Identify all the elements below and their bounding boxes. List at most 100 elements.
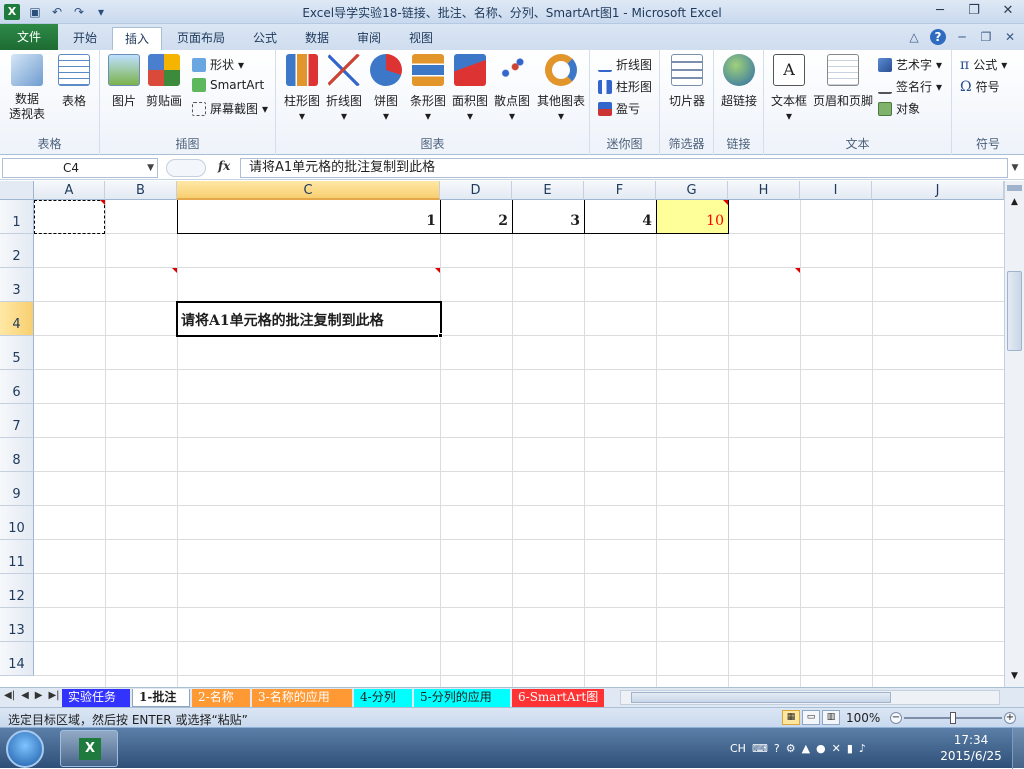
tab-data[interactable]: 数据 bbox=[294, 27, 340, 50]
sheet-tab-smartart[interactable]: 6-SmartArt图 bbox=[512, 689, 604, 707]
page-break-view-icon[interactable]: ▥ bbox=[822, 710, 840, 725]
cell-d1[interactable]: 2 bbox=[440, 213, 512, 233]
signature-line-button[interactable]: 签名行 ▾ bbox=[878, 78, 942, 95]
row-header-13[interactable]: 13 bbox=[0, 608, 34, 642]
comment-indicator-a1[interactable] bbox=[100, 200, 105, 205]
sparkline-winloss-button[interactable]: 盈亏 bbox=[598, 100, 640, 117]
table-button[interactable]: 表格 bbox=[52, 54, 96, 109]
screenshot-button[interactable]: 屏幕截图 ▾ bbox=[192, 100, 268, 117]
normal-view-icon[interactable]: ▦ bbox=[782, 710, 800, 725]
scatter-chart-button[interactable]: 散点图 ▾ bbox=[492, 54, 532, 123]
row-header-6[interactable]: 6 bbox=[0, 370, 34, 404]
column-header-i[interactable]: I bbox=[800, 181, 872, 200]
column-header-c[interactable]: C bbox=[177, 181, 440, 200]
help-tray-icon[interactable]: ? bbox=[774, 742, 780, 755]
select-all-corner[interactable] bbox=[0, 181, 34, 200]
area-chart-button[interactable]: 面积图 ▾ bbox=[450, 54, 490, 123]
row-header-14[interactable]: 14 bbox=[0, 642, 34, 676]
bar-chart-button[interactable]: 条形图 ▾ bbox=[408, 54, 448, 123]
cell-f1[interactable]: 4 bbox=[584, 213, 656, 233]
sheet-tab-task[interactable]: 实验任务 bbox=[62, 689, 130, 707]
row-header-11[interactable]: 11 bbox=[0, 540, 34, 574]
settings-tray-icon[interactable]: ⚙ bbox=[786, 742, 796, 755]
pie-chart-button[interactable]: 饼图 ▾ bbox=[366, 54, 406, 123]
line-chart-button[interactable]: 折线图 ▾ bbox=[324, 54, 364, 123]
collapse-ribbon-icon[interactable]: △ bbox=[906, 29, 922, 45]
minimize-button[interactable]: ─ bbox=[930, 2, 950, 20]
row-header-5[interactable]: 5 bbox=[0, 336, 34, 370]
sheet-tab-split[interactable]: 4-分列 bbox=[354, 689, 412, 707]
formula-bar-expander[interactable] bbox=[166, 159, 206, 177]
row-header-8[interactable]: 8 bbox=[0, 438, 34, 472]
row-header-3[interactable]: 3 bbox=[0, 268, 34, 302]
pivot-table-button[interactable]: 数据 透视表 bbox=[4, 54, 50, 122]
shapes-button[interactable]: 形状 ▾ bbox=[192, 56, 244, 73]
expand-formula-icon[interactable]: ▼ bbox=[1008, 159, 1022, 177]
row-header-7[interactable]: 7 bbox=[0, 404, 34, 438]
column-header-j[interactable]: J bbox=[872, 181, 1004, 200]
name-box[interactable]: C4 ▼ bbox=[2, 158, 158, 178]
horizontal-scrollbar[interactable] bbox=[620, 690, 1000, 705]
vertical-scrollbar[interactable]: ▲ ▼ bbox=[1004, 181, 1024, 687]
show-desktop-button[interactable] bbox=[1012, 728, 1024, 769]
keyboard-icon[interactable]: ⌨ bbox=[752, 742, 768, 755]
column-header-e[interactable]: E bbox=[512, 181, 584, 200]
symbol-button[interactable]: Ω 符号 bbox=[960, 78, 1000, 95]
tab-review[interactable]: 审阅 bbox=[346, 27, 392, 50]
row-header-12[interactable]: 12 bbox=[0, 574, 34, 608]
zoom-slider[interactable]: − + bbox=[890, 712, 1016, 724]
tab-home[interactable]: 开始 bbox=[62, 27, 108, 50]
first-sheet-icon[interactable]: ◀| bbox=[4, 690, 15, 701]
split-handle[interactable] bbox=[1007, 185, 1022, 191]
signal-icon[interactable]: ▮ bbox=[847, 742, 853, 755]
page-layout-view-icon[interactable]: ▭ bbox=[802, 710, 820, 725]
smartart-button[interactable]: SmartArt bbox=[192, 78, 264, 92]
column-header-d[interactable]: D bbox=[440, 181, 512, 200]
zoom-level[interactable]: 100% bbox=[846, 711, 880, 725]
scroll-up-icon[interactable]: ▲ bbox=[1007, 195, 1022, 209]
wordart-button[interactable]: 艺术字 ▾ bbox=[878, 56, 942, 73]
sheet-tab-comment[interactable]: 1-批注 bbox=[132, 689, 190, 707]
close-workbook-icon[interactable]: ✕ bbox=[1002, 29, 1018, 45]
taskbar-excel[interactable]: X bbox=[60, 730, 118, 767]
object-button[interactable]: 对象 bbox=[878, 100, 920, 117]
last-sheet-icon[interactable]: ▶| bbox=[48, 690, 59, 701]
zoom-in-icon[interactable]: + bbox=[1004, 712, 1016, 724]
next-sheet-icon[interactable]: ▶ bbox=[35, 690, 43, 701]
cell-c1[interactable]: 1 bbox=[177, 213, 440, 233]
picture-button[interactable]: 图片 bbox=[106, 54, 142, 109]
chevron-down-icon[interactable]: ▼ bbox=[147, 159, 154, 177]
horizontal-scroll-thumb[interactable] bbox=[631, 692, 891, 703]
column-header-f[interactable]: F bbox=[584, 181, 656, 200]
language-indicator[interactable]: CH bbox=[730, 742, 746, 755]
comment-indicator-c3[interactable] bbox=[435, 268, 440, 273]
comment-indicator-b3[interactable] bbox=[172, 268, 177, 273]
tab-insert[interactable]: 插入 bbox=[112, 27, 162, 51]
sheet-tab-split-apply[interactable]: 5-分列的应用 bbox=[414, 689, 510, 707]
cell-g1[interactable]: 10 bbox=[656, 213, 728, 233]
other-charts-button[interactable]: 其他图表 ▾ bbox=[534, 54, 588, 123]
row-header-2[interactable]: 2 bbox=[0, 234, 34, 268]
worksheet-grid[interactable]: A B C D E F G H I J 1 2 3 4 5 6 7 8 9 10… bbox=[0, 181, 1004, 687]
network-warning-icon[interactable]: ✕ bbox=[832, 742, 841, 755]
formula-input[interactable]: 请将A1单元格的批注复制到此格 bbox=[240, 158, 1008, 178]
column-header-a[interactable]: A bbox=[34, 181, 105, 200]
security-icon[interactable]: ● bbox=[816, 742, 826, 755]
column-chart-button[interactable]: 柱形图 ▾ bbox=[282, 54, 322, 123]
column-header-h[interactable]: H bbox=[728, 181, 800, 200]
row-header-10[interactable]: 10 bbox=[0, 506, 34, 540]
sparkline-line-button[interactable]: 折线图 bbox=[598, 56, 652, 73]
zoom-slider-knob[interactable] bbox=[950, 712, 956, 724]
show-hidden-icon[interactable]: ▲ bbox=[802, 742, 810, 755]
scroll-down-icon[interactable]: ▼ bbox=[1007, 669, 1022, 683]
textbox-button[interactable]: A 文本框 ▾ bbox=[768, 54, 810, 123]
equation-button[interactable]: π 公式 ▾ bbox=[960, 56, 1007, 73]
zoom-out-icon[interactable]: − bbox=[890, 712, 902, 724]
comment-indicator-h3[interactable] bbox=[795, 268, 800, 273]
sparkline-column-button[interactable]: 柱形图 bbox=[598, 78, 652, 95]
insert-function-icon[interactable]: fx bbox=[218, 159, 230, 173]
tab-formulas[interactable]: 公式 bbox=[240, 27, 290, 50]
clipart-button[interactable]: 剪贴画 bbox=[144, 54, 184, 109]
hyperlink-button[interactable]: 超链接 bbox=[718, 54, 760, 109]
sheet-tab-name-apply[interactable]: 3-名称的应用 bbox=[252, 689, 352, 707]
